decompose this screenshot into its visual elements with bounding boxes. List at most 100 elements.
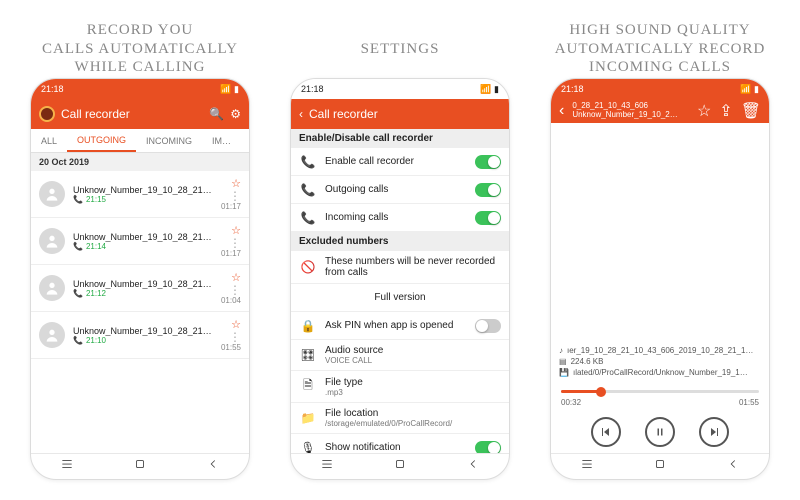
size-icon: ▤ [559, 357, 567, 366]
share-icon[interactable]: ⇪ [719, 101, 732, 121]
avatar-icon [39, 275, 65, 301]
more-menu-icon[interactable]: ⋮ [229, 333, 241, 341]
next-button[interactable] [699, 417, 729, 447]
nav-home-icon[interactable] [133, 457, 147, 476]
recording-duration: 01:04 [221, 296, 241, 305]
back-icon[interactable]: ‹ [559, 102, 564, 120]
avatar-icon [39, 322, 65, 348]
setting-excluded-desc[interactable]: 🚫 These numbers will be never recorded f… [291, 251, 509, 284]
phone-small-icon: 📞 [73, 195, 83, 204]
settings-list[interactable]: Enable/Disable call recorder 📞 Enable ca… [291, 129, 509, 453]
status-time: 21:18 [301, 84, 324, 94]
file-icon: 🗎 [299, 376, 317, 397]
setting-audio-source[interactable]: 🎛 Audio sourceVOICE CALL [291, 340, 509, 371]
more-menu-icon[interactable]: ⋮ [229, 192, 241, 200]
time-current: 00:32 [561, 398, 581, 407]
recording-row[interactable]: Unknow_Number_19_10_28_21_14_31_046📞21:1… [31, 218, 249, 265]
star-icon[interactable]: ☆ [697, 101, 711, 121]
pause-button[interactable] [645, 417, 675, 447]
system-nav-bar [551, 453, 769, 479]
more-menu-icon[interactable]: ⋮ [229, 286, 241, 294]
player-header: ‹ 0_28_21_10_43_606 Unknow_Number_19_10_… [551, 99, 769, 123]
setting-outgoing[interactable]: 📞 Outgoing calls [291, 176, 509, 204]
app-logo-icon [39, 106, 55, 122]
toggle-switch[interactable] [475, 183, 501, 197]
music-note-icon: ♪ [559, 346, 563, 355]
avatar-icon [39, 228, 65, 254]
recording-row[interactable]: Unknow_Number_19_10_28_21_10_43_606📞21:1… [31, 312, 249, 359]
app-bar: Call recorder 🔍 ⚙ [31, 99, 249, 129]
recording-title: Unknow_Number_19_10_28_21_15_51_199 [73, 185, 213, 195]
time-total: 01:55 [739, 398, 759, 407]
tab-incoming[interactable]: INCOMING [136, 129, 202, 152]
phone-incoming-icon: 📞 [299, 211, 317, 225]
status-bar: 21:18 📶 ▮ [31, 79, 249, 99]
recording-row[interactable]: Unknow_Number_19_10_28_21_12_49_283📞21:1… [31, 265, 249, 312]
nav-home-icon[interactable] [653, 457, 667, 476]
tab-important[interactable]: IM… [202, 129, 241, 152]
setting-incoming[interactable]: 📞 Incoming calls [291, 204, 509, 232]
toggle-switch[interactable] [475, 441, 501, 454]
player-body: ♪ıer_19_10_28_21_10_43_606_2019_10_28_21… [551, 123, 769, 453]
setting-show-notification[interactable]: 🎙 Show notification [291, 434, 509, 453]
delete-icon[interactable]: 🗑 [741, 101, 761, 121]
recording-time: 📞21:15 [73, 195, 213, 204]
back-icon[interactable]: ‹ [299, 107, 303, 121]
status-bar: 21:18 📶 ▮ [551, 79, 769, 99]
player-subtitle: Unknow_Number_19_10_2… [572, 111, 689, 120]
phone-small-icon: 📞 [73, 289, 83, 298]
nav-recent-icon[interactable] [580, 457, 594, 476]
nav-recent-icon[interactable] [60, 457, 74, 476]
seek-bar[interactable] [561, 390, 759, 393]
save-icon: 💾 [559, 368, 569, 377]
full-version-button[interactable]: Full version [291, 284, 509, 312]
status-time: 21:18 [41, 84, 64, 94]
tab-bar: ALL OUTGOING INCOMING IM… [31, 129, 249, 153]
nav-home-icon[interactable] [393, 457, 407, 476]
toggle-switch[interactable] [475, 211, 501, 225]
tab-all[interactable]: ALL [31, 129, 67, 152]
system-nav-bar [31, 453, 249, 479]
status-time: 21:18 [561, 84, 584, 94]
recording-duration: 01:17 [221, 202, 241, 211]
more-menu-icon[interactable]: ⋮ [229, 239, 241, 247]
player-metadata: ♪ıer_19_10_28_21_10_43_606_2019_10_28_21… [559, 344, 761, 377]
prev-button[interactable] [591, 417, 621, 447]
recording-duration: 01:17 [221, 249, 241, 258]
tab-outgoing[interactable]: OUTGOING [67, 129, 136, 152]
recording-title: Unknow_Number_19_10_28_21_10_43_606 [73, 326, 213, 336]
status-icons: 📶 ▮ [220, 84, 239, 95]
nav-back-icon[interactable] [726, 457, 740, 476]
avatar-icon [39, 181, 65, 207]
phone-settings-screen: 21:18 📶 ▮ ‹ Call recorder Enable/Disable… [290, 78, 510, 480]
audio-source-icon: 🎛 [299, 348, 317, 362]
setting-file-type[interactable]: 🗎 File type.mp3 [291, 371, 509, 403]
nav-recent-icon[interactable] [320, 457, 334, 476]
setting-file-location[interactable]: 📁 File location/storage/emulated/0/ProCa… [291, 403, 509, 434]
setting-ask-pin[interactable]: 🔒 Ask PIN when app is opened [291, 312, 509, 340]
lock-icon: 🔒 [299, 319, 317, 333]
app-bar: ‹ Call recorder [291, 99, 509, 129]
phone-small-icon: 📞 [73, 242, 83, 251]
toggle-switch[interactable] [475, 319, 501, 333]
status-bar: 21:18 📶 ▮ [291, 79, 509, 99]
recording-time: 📞21:14 [73, 242, 213, 251]
setting-enable-recorder[interactable]: 📞 Enable call recorder [291, 148, 509, 176]
date-header: 20 Oct 2019 [31, 153, 249, 171]
bell-icon: 🎙 [299, 441, 317, 454]
search-icon[interactable]: 🔍 [209, 107, 224, 121]
settings-gear-icon[interactable]: ⚙ [230, 107, 241, 121]
status-icons: 📶 ▮ [740, 84, 759, 95]
phone-list-screen: 21:18 📶 ▮ Call recorder 🔍 ⚙ ALL OUTGOING… [30, 78, 250, 480]
app-title: Call recorder [61, 107, 130, 121]
toggle-switch[interactable] [475, 155, 501, 169]
promo-caption: HIGH SOUND QUALITYAUTOMATICALLY RECORDIN… [555, 20, 766, 78]
nav-back-icon[interactable] [466, 457, 480, 476]
status-icons: 📶 ▮ [480, 84, 499, 95]
nav-back-icon[interactable] [206, 457, 220, 476]
system-nav-bar [291, 453, 509, 479]
recording-row[interactable]: Unknow_Number_19_10_28_21_15_51_199📞21:1… [31, 171, 249, 218]
phone-small-icon: 📞 [73, 336, 83, 345]
phone-icon: 📞 [299, 155, 317, 169]
recording-duration: 01:55 [221, 343, 241, 352]
